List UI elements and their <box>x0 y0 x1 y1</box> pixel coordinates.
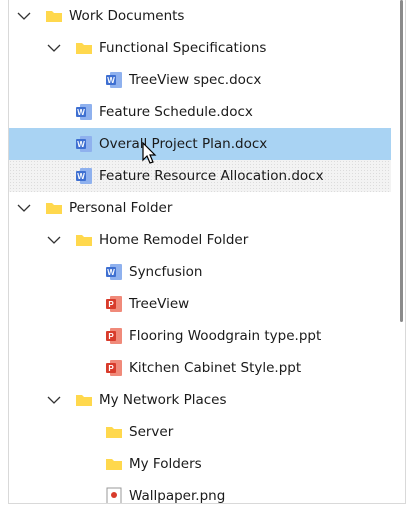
chevron-down-icon[interactable] <box>47 41 61 55</box>
chevron-down-icon[interactable] <box>17 201 31 215</box>
svg-text:P: P <box>108 332 114 341</box>
svg-text:W: W <box>77 108 85 117</box>
tree-node-label: Personal Folder <box>69 200 173 216</box>
tree-node-label: My Folders <box>129 456 202 472</box>
folder-icon <box>105 423 123 441</box>
word-document-icon: W <box>75 103 93 121</box>
tree-node[interactable]: P TreeView <box>9 288 391 320</box>
treeview[interactable]: Work Documents Functional Specifications W… <box>8 0 406 504</box>
folder-icon <box>45 7 63 25</box>
word-document-icon: W <box>105 71 123 89</box>
powerpoint-icon: P <box>105 359 123 377</box>
tree-node[interactable]: W Feature Resource Allocation.docx <box>9 160 391 192</box>
tree-node-label: Feature Resource Allocation.docx <box>99 168 324 184</box>
tree-node[interactable]: Server <box>9 416 391 448</box>
tree-node[interactable]: P Flooring Woodgrain type.ppt <box>9 320 391 352</box>
tree-node-label: Flooring Woodgrain type.ppt <box>129 328 322 344</box>
svg-text:W: W <box>107 76 115 85</box>
tree-node-label: Work Documents <box>69 8 185 24</box>
tree-node-label: TreeView <box>129 296 190 312</box>
svg-text:W: W <box>77 172 85 181</box>
tree-node-label: Functional Specifications <box>99 40 267 56</box>
tree-node-label: Syncfusion <box>129 264 203 280</box>
powerpoint-icon: P <box>105 295 123 313</box>
tree-node-label: Server <box>129 424 174 440</box>
folder-icon <box>105 455 123 473</box>
tree-node-label: My Network Places <box>99 392 227 408</box>
tree-node[interactable]: Functional Specifications <box>9 32 391 64</box>
tree-node[interactable]: W Syncfusion <box>9 256 391 288</box>
tree-node[interactable]: My Folders <box>9 448 391 480</box>
chevron-down-icon[interactable] <box>17 9 31 23</box>
tree-node-label: Kitchen Cabinet Style.ppt <box>129 360 302 376</box>
tree-node-label: Wallpaper.png <box>129 488 226 504</box>
folder-icon <box>75 231 93 249</box>
tree-node-label: Overall Project Plan.docx <box>99 136 268 152</box>
tree-node[interactable]: W Feature Schedule.docx <box>9 96 391 128</box>
tree-node[interactable]: W Overall Project Plan.docx <box>9 128 391 160</box>
word-document-icon: W <box>105 263 123 281</box>
tree-node[interactable]: Work Documents <box>9 0 391 32</box>
image-file-icon <box>105 487 123 503</box>
tree-node[interactable]: Wallpaper.png <box>9 480 391 504</box>
chevron-down-icon[interactable] <box>47 233 61 247</box>
tree-node[interactable]: Home Remodel Folder <box>9 224 391 256</box>
vertical-scrollbar[interactable] <box>400 0 403 322</box>
tree-node[interactable]: My Network Places <box>9 384 391 416</box>
svg-text:W: W <box>77 140 85 149</box>
tree-node-label: TreeView spec.docx <box>129 72 262 88</box>
folder-icon <box>45 199 63 217</box>
powerpoint-icon: P <box>105 327 123 345</box>
chevron-down-icon[interactable] <box>47 393 61 407</box>
folder-icon <box>75 39 93 57</box>
tree-node-label: Feature Schedule.docx <box>99 104 253 120</box>
tree-node-label: Home Remodel Folder <box>99 232 249 248</box>
svg-text:P: P <box>108 300 114 309</box>
tree-node[interactable]: Personal Folder <box>9 192 391 224</box>
folder-icon <box>75 391 93 409</box>
svg-text:W: W <box>107 268 115 277</box>
svg-text:P: P <box>108 364 114 373</box>
tree-node[interactable]: W TreeView spec.docx <box>9 64 391 96</box>
word-document-icon: W <box>75 135 93 153</box>
tree-node[interactable]: P Kitchen Cabinet Style.ppt <box>9 352 391 384</box>
word-document-icon: W <box>75 167 93 185</box>
